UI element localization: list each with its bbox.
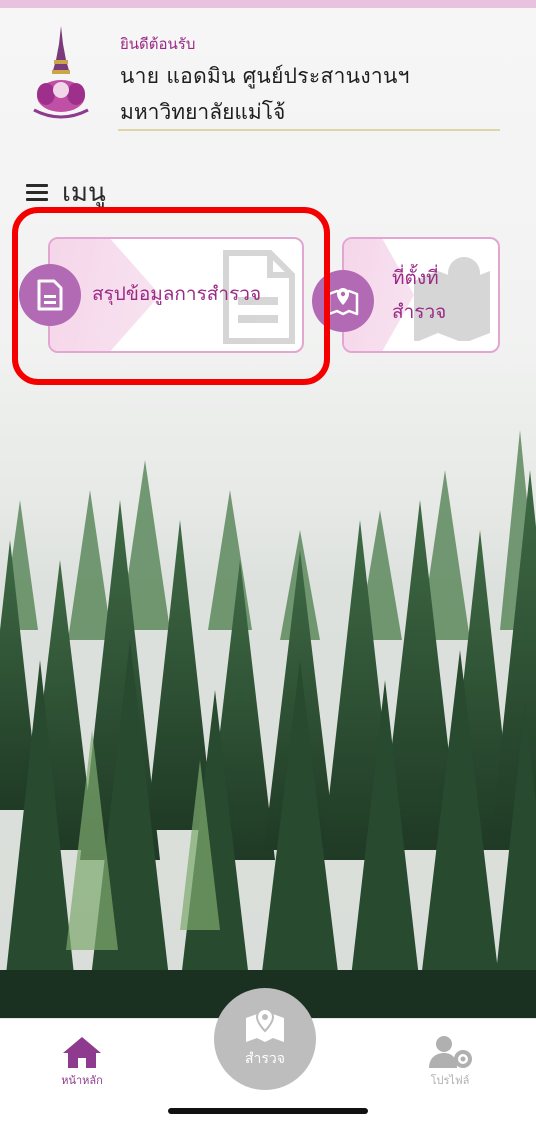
nav-home[interactable]: หน้าหลัก	[52, 1035, 112, 1089]
university-name: มหาวิทยาลัยแม่โจ้	[120, 100, 286, 124]
highlight-box	[12, 207, 330, 385]
university-logo	[33, 26, 89, 119]
nav-profile[interactable]: โปรไฟล์	[420, 1035, 480, 1089]
home-icon	[63, 1037, 101, 1068]
user-name: นาย แอดมิน ศูนย์ประสานงานฯ	[120, 64, 410, 88]
header-divider	[118, 129, 500, 131]
status-bar-strip	[0, 0, 536, 8]
nav-home-label: หน้าหลัก	[61, 1074, 103, 1087]
nav-profile-label: โปรไฟล์	[430, 1074, 470, 1087]
survey-button-label: สำรวจ	[245, 1051, 285, 1067]
survey-location-label-line2: สำรวจ	[392, 301, 447, 323]
survey-button[interactable]: สำรวจ	[214, 988, 316, 1090]
user-settings-icon	[429, 1036, 472, 1068]
hamburger-icon	[26, 183, 50, 203]
home-screen: ยินดีต้อนรับ นาย แอดมิน ศูนย์ประสานงานฯ …	[0, 0, 536, 1124]
welcome-text: ยินดีต้อนรับ	[120, 35, 196, 53]
map-pin-icon	[246, 1008, 284, 1042]
survey-location-label-line1: ที่ตั้งที่	[392, 267, 439, 289]
home-indicator	[168, 1108, 368, 1114]
forest-background	[0, 430, 536, 1030]
